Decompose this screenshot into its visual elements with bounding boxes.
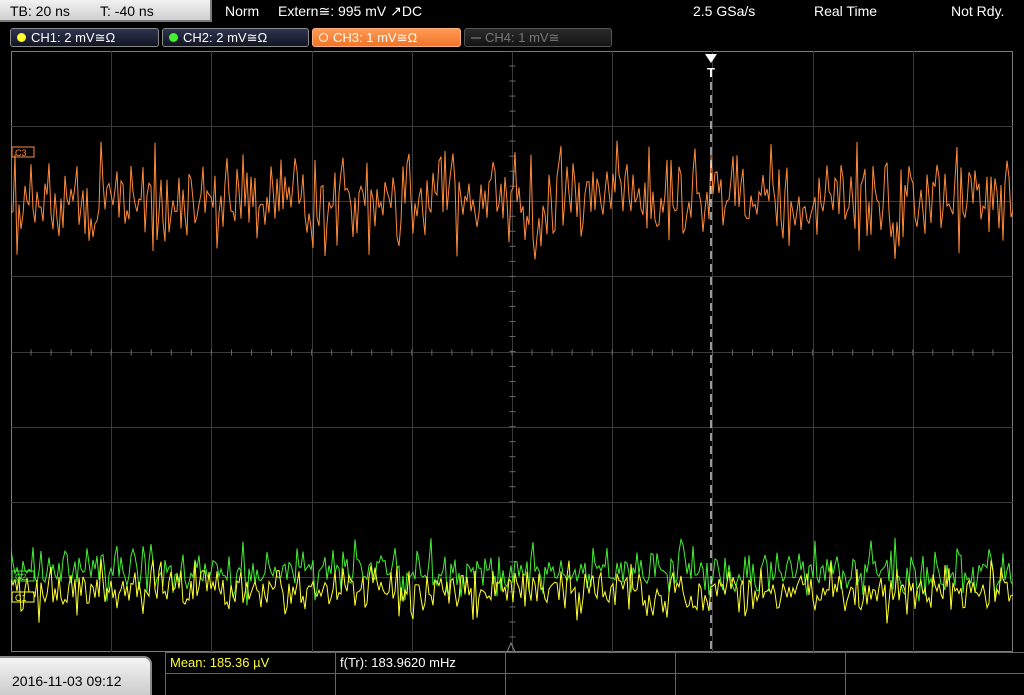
- measurement-row-2: [165, 673, 1024, 694]
- frequency-measurement[interactable]: f(Tr): 183.9620 mHz: [340, 652, 456, 673]
- trigger-mode[interactable]: Norm: [225, 0, 259, 22]
- trigger-position-icon[interactable]: [705, 54, 717, 63]
- trigger-marker-label: T: [707, 65, 715, 80]
- channel-2-marker-label: C2: [15, 572, 27, 582]
- timestamp: 2016-11-03 09:12: [12, 673, 122, 689]
- channel-bar: CH1: 2 mV≅Ω CH2: 2 mV≅Ω CH3: 1 mV≅Ω CH4:…: [0, 24, 1024, 50]
- timebase-readout: TB: 20 ns: [10, 3, 70, 19]
- channel-4-label: CH4: 1 mV≅: [485, 30, 560, 45]
- channel-2-marker[interactable]: C2: [11, 570, 35, 582]
- waveform-display[interactable]: T C3 C2 C1: [11, 51, 1013, 652]
- channel-2-button[interactable]: CH2: 2 mV≅Ω: [162, 28, 309, 47]
- channel-3-marker[interactable]: C3: [11, 146, 35, 158]
- mean-measurement[interactable]: Mean: 185.36 µV: [170, 652, 269, 673]
- trigger-time-readout: T: -40 ns: [100, 3, 154, 19]
- timebase-panel[interactable]: TB: 20 ns T: -40 ns: [0, 0, 212, 22]
- channel-1-marker[interactable]: C1: [11, 591, 35, 603]
- sample-rate: 2.5 GSa/s: [693, 3, 756, 19]
- acquisition-mode: Real Time: [814, 3, 878, 19]
- trigger-source[interactable]: Extern≅: 995 mV ↗DC: [278, 0, 422, 22]
- waveform-grid: T C3 C2 C1: [11, 51, 1013, 652]
- channel-2-label: CH2: 2 mV≅Ω: [183, 30, 268, 45]
- channel-4-off-icon: [471, 37, 481, 39]
- channel-3-marker-label: C3: [15, 148, 27, 158]
- channel-1-label: CH1: 2 mV≅Ω: [31, 30, 116, 45]
- channel-4-button[interactable]: CH4: 1 mV≅: [464, 28, 612, 47]
- acquisition-state: Not Rdy.: [951, 3, 1005, 19]
- channel-1-marker-label: C1: [15, 593, 27, 603]
- channel-3-button[interactable]: CH3: 1 mV≅Ω: [312, 28, 461, 47]
- channel-1-button[interactable]: CH1: 2 mV≅Ω: [10, 28, 159, 47]
- channel-1-color-icon: [17, 33, 26, 42]
- date-time-panel[interactable]: 2016-11-03 09:12: [0, 656, 152, 695]
- measurement-bar: 2016-11-03 09:12 Mean: 185.36 µV f(Tr): …: [0, 652, 1024, 695]
- measurement-row-1: [165, 652, 1024, 673]
- center-time-icon: [506, 641, 516, 652]
- status-bar: TB: 20 ns T: -40 ns Norm Extern≅: 995 mV…: [0, 0, 1024, 24]
- channel-3-label: CH3: 1 mV≅Ω: [333, 30, 418, 45]
- channel-3-color-icon: [319, 33, 328, 42]
- channel-2-color-icon: [169, 33, 178, 42]
